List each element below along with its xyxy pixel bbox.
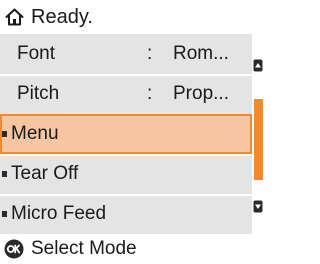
scrollbar-thumb[interactable] — [254, 99, 263, 180]
menu-item-pitch[interactable]: Pitch : Prop... — [0, 74, 252, 114]
home-icon — [5, 8, 24, 26]
menu-item-label: Pitch — [17, 83, 60, 104]
menu-item-tear-off[interactable]: Tear Off — [0, 154, 252, 194]
bullet-icon — [2, 131, 7, 137]
footer-hint: Select Mode — [0, 234, 263, 264]
bullet-icon — [2, 171, 7, 177]
status-bar: Ready. — [0, 0, 263, 34]
menu-item-label: Font — [17, 43, 56, 64]
menu-item-value: Rom... — [173, 43, 229, 64]
bullet-icon — [2, 211, 7, 217]
menu-item-label: Tear Off — [11, 163, 79, 184]
menu-item-value: Prop... — [173, 83, 229, 104]
menu-item-separator: : — [147, 43, 153, 64]
menu-item-label: Micro Feed — [11, 203, 107, 224]
menu-item-font[interactable]: Font : Rom... — [0, 34, 252, 74]
menu-item-label: Menu — [11, 123, 59, 144]
menu-item-menu[interactable]: Menu — [0, 114, 252, 154]
ok-button-icon — [4, 239, 24, 259]
menu-item-micro-feed[interactable]: Micro Feed — [0, 194, 252, 234]
status-text: Ready. — [31, 6, 93, 28]
scroll-down-arrow-icon[interactable] — [253, 200, 263, 213]
menu-item-separator: : — [147, 83, 153, 104]
footer-label: Select Mode — [31, 238, 137, 259]
menu-list: Font : Rom... Pitch : Prop... Menu Tear … — [0, 34, 252, 234]
scroll-up-arrow-icon[interactable] — [253, 59, 263, 72]
